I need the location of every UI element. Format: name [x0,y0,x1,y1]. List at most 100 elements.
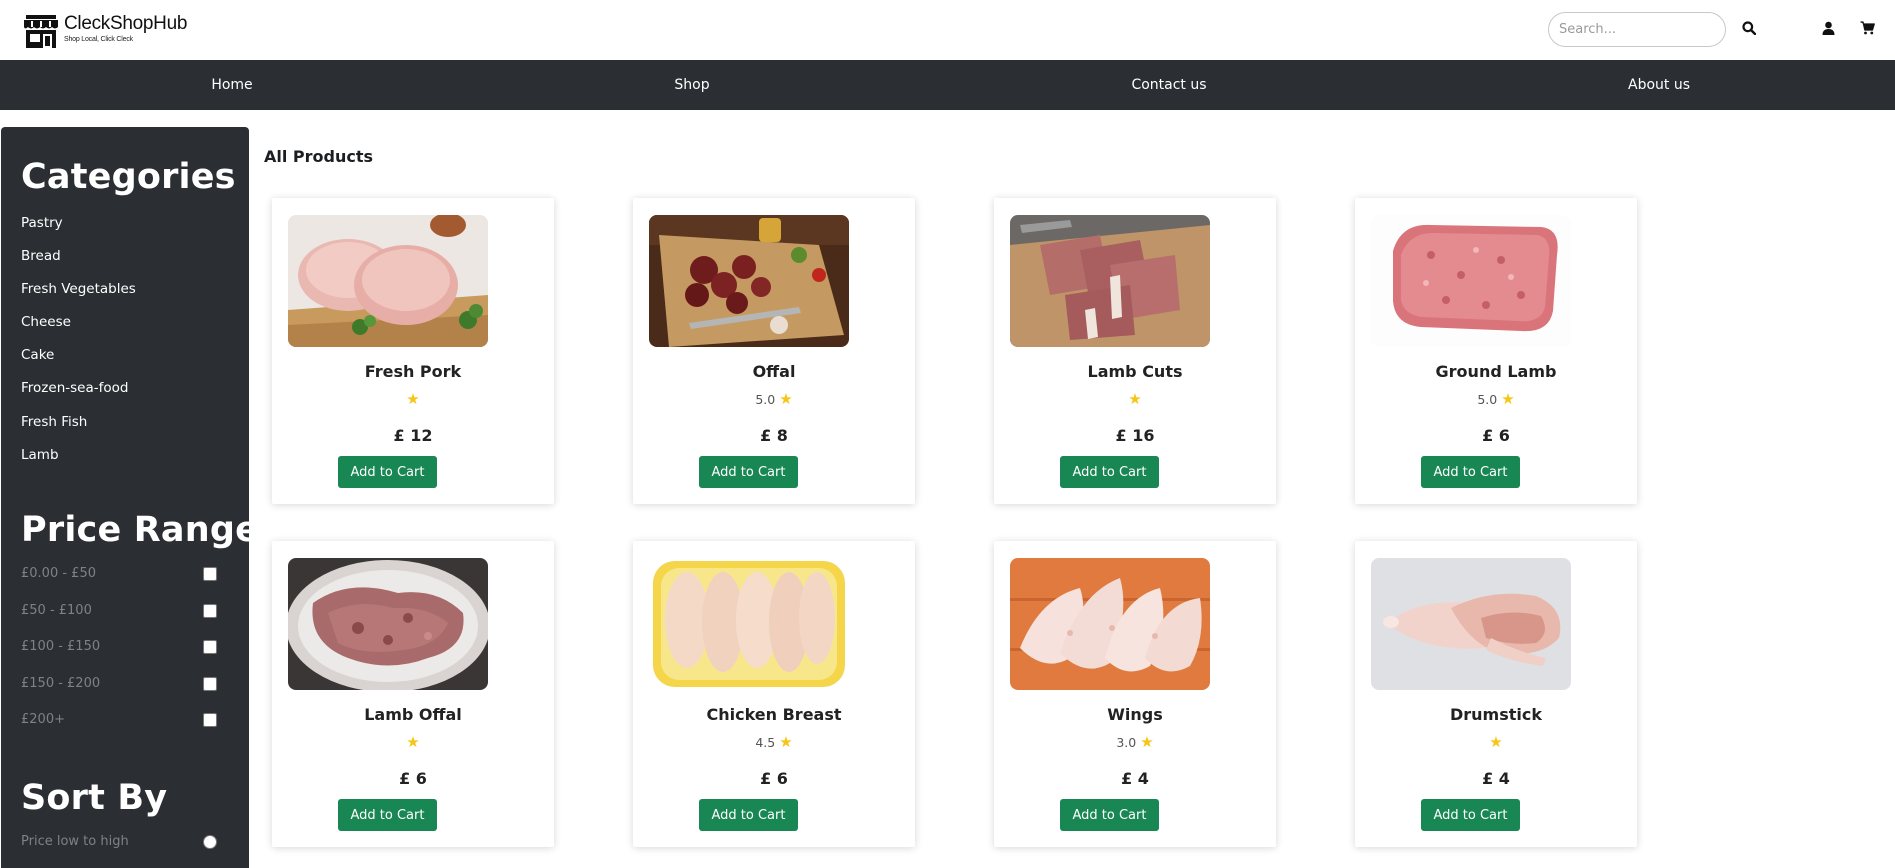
product-card: Chicken Breast 4.5 ★ £ 6 Add to Cart [633,541,915,847]
nav-home[interactable]: Home [211,60,252,110]
category-bread[interactable]: Bread [21,248,61,264]
product-image[interactable] [1371,215,1571,347]
product-price: £ 4 [1482,769,1510,788]
star-icon: ★ [1489,733,1503,751]
product-price: £ 6 [399,769,427,788]
price-filter-label: £150 - £200 [21,676,101,691]
product-name[interactable]: Offal [633,362,915,381]
price-filter-row: £200+ [21,709,217,731]
star-icon: ★ [779,390,793,408]
top-header: CleckShopHub Shop Local, Click Cleck [0,0,1895,60]
rating-value: 5.0 [755,392,776,407]
main-nav: Home Shop Contact us About us [0,60,1895,110]
nav-contact[interactable]: Contact us [1131,60,1206,110]
product-card: Lamb Cuts ★ £ 16 Add to Cart [994,198,1276,504]
page-title: All Products [264,147,374,166]
product-image[interactable] [649,215,849,347]
category-cake[interactable]: Cake [21,347,54,363]
product-price: £ 16 [1115,426,1155,445]
nav-shop[interactable]: Shop [674,60,709,110]
product-rating: 5.0 ★ [1355,390,1637,408]
product-name[interactable]: Fresh Pork [272,362,554,381]
product-rating: 5.0 ★ [633,390,915,408]
store-icon [24,15,58,48]
price-filter-checkbox[interactable] [203,677,217,691]
product-price: £ 6 [1482,426,1510,445]
category-cheese[interactable]: Cheese [21,314,71,330]
price-filter-checkbox[interactable] [203,713,217,727]
star-icon: ★ [779,733,793,751]
price-filter-row: £150 - £200 [21,673,217,695]
product-card: Fresh Pork ★ £ 12 Add to Cart [272,198,554,504]
add-to-cart-button[interactable]: Add to Cart [1060,456,1159,488]
sort-by-heading: Sort By [21,778,168,818]
product-price: £ 6 [760,769,788,788]
price-filter-label: £50 - £100 [21,603,92,618]
product-price: £ 4 [1121,769,1149,788]
add-to-cart-button[interactable]: Add to Cart [338,456,437,488]
product-rating: 3.0 ★ [994,733,1276,751]
cart-button[interactable] [1856,17,1878,39]
product-card: Lamb Offal ★ £ 6 Add to Cart [272,541,554,847]
price-filter-row: £0.00 - £50 [21,563,217,585]
star-icon: ★ [1501,390,1515,408]
search-button[interactable] [1738,17,1760,39]
price-filter-checkbox[interactable] [203,640,217,654]
product-name[interactable]: Lamb Offal [272,705,554,724]
logo[interactable]: CleckShopHub Shop Local, Click Cleck [22,12,187,50]
user-icon [1822,21,1834,35]
rating-value: 3.0 [1116,735,1137,750]
product-price: £ 8 [760,426,788,445]
product-rating: ★ [994,390,1276,408]
product-name[interactable]: Ground Lamb [1355,362,1637,381]
product-card: Wings 3.0 ★ £ 4 Add to Cart [994,541,1276,847]
product-rating: 4.5 ★ [633,733,915,751]
category-fresh-vegetables[interactable]: Fresh Vegetables [21,281,136,297]
price-filter-checkbox[interactable] [203,567,217,581]
price-range-heading: Price Range [21,510,260,550]
product-image[interactable] [288,558,488,690]
star-icon: ★ [1140,733,1154,751]
category-fresh-fish[interactable]: Fresh Fish [21,414,87,430]
search-input[interactable] [1548,12,1726,47]
account-button[interactable] [1817,17,1839,39]
cart-icon [1860,21,1875,35]
product-price: £ 12 [393,426,433,445]
add-to-cart-button[interactable]: Add to Cart [699,456,798,488]
product-name[interactable]: Lamb Cuts [994,362,1276,381]
sort-option-radio[interactable] [203,835,217,849]
nav-about[interactable]: About us [1628,60,1690,110]
product-card: Drumstick ★ £ 4 Add to Cart [1355,541,1637,847]
rating-value: 4.5 [755,735,776,750]
category-lamb[interactable]: Lamb [21,447,59,463]
sort-option-label: Price low to high [21,834,129,849]
filter-sidebar: Categories Pastry Bread Fresh Vegetables… [1,127,259,868]
add-to-cart-button[interactable]: Add to Cart [699,799,798,831]
category-frozen-sea-food[interactable]: Frozen-sea-food [21,380,128,396]
product-name[interactable]: Drumstick [1355,705,1637,724]
product-name[interactable]: Wings [994,705,1276,724]
product-image[interactable] [288,215,488,347]
star-icon: ★ [1128,390,1142,408]
categories-heading: Categories [21,157,236,197]
price-filter-label: £200+ [21,712,65,727]
category-pastry[interactable]: Pastry [21,215,63,231]
product-name[interactable]: Chicken Breast [633,705,915,724]
add-to-cart-button[interactable]: Add to Cart [1421,456,1520,488]
add-to-cart-button[interactable]: Add to Cart [1060,799,1159,831]
product-image[interactable] [1010,215,1210,347]
sort-option-row: Price low to high [21,831,217,853]
product-rating: ★ [1355,733,1637,751]
rating-value: 5.0 [1477,392,1498,407]
product-image[interactable] [649,558,849,690]
add-to-cart-button[interactable]: Add to Cart [1421,799,1520,831]
product-image[interactable] [1371,558,1571,690]
product-card: Offal 5.0 ★ £ 8 Add to Cart [633,198,915,504]
product-image[interactable] [1010,558,1210,690]
price-filter-row: £100 - £150 [21,636,217,658]
add-to-cart-button[interactable]: Add to Cart [338,799,437,831]
star-icon: ★ [406,390,420,408]
brand-tagline: Shop Local, Click Cleck [64,36,133,43]
price-filter-checkbox[interactable] [203,604,217,618]
price-filter-label: £100 - £150 [21,639,101,654]
